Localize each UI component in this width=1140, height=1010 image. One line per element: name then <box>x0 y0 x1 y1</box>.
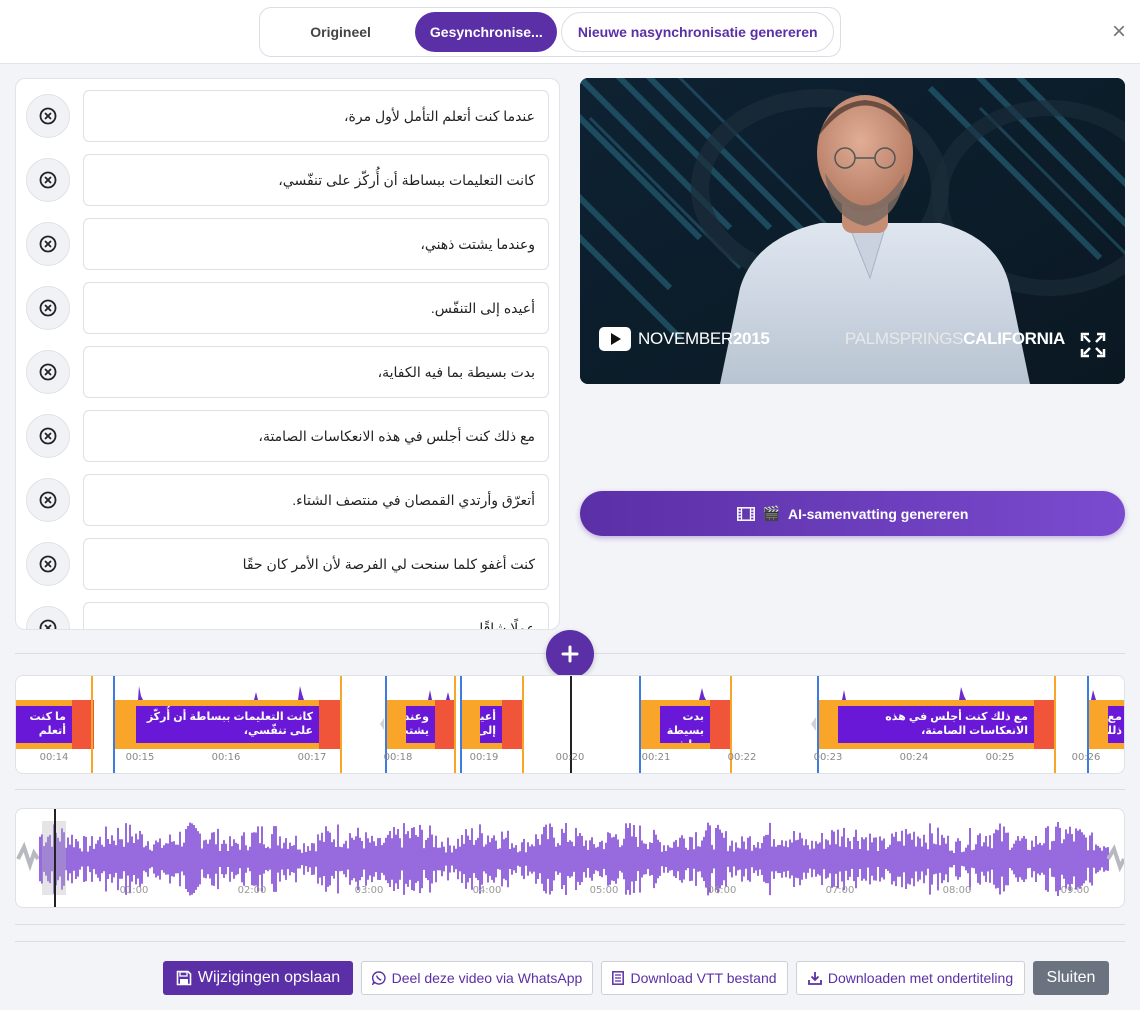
region-handle[interactable] <box>435 700 454 749</box>
circle-x-icon <box>39 171 57 189</box>
save-changes-button[interactable]: Wijzigingen opslaan <box>163 961 353 995</box>
circle-x-icon <box>39 235 57 253</box>
add-subtitle-button[interactable] <box>546 630 594 678</box>
download-icon <box>807 972 822 985</box>
subtitle-text-field[interactable]: مع ذلك كنت أجلس في هذه الانعكاسات الصامت… <box>83 410 549 462</box>
region-handle[interactable] <box>502 700 522 749</box>
video-player[interactable]: NOVEMBER2015 PALMSPRINGSCALIFORNIA <box>580 78 1125 384</box>
tab-new-dubbing[interactable]: Nieuwe nasynchronisatie genereren <box>561 12 834 52</box>
whatsapp-icon <box>371 971 386 985</box>
sync-tabs: Origineel Gesynchronise... Nieuwe nasync… <box>259 7 841 57</box>
overview-waveform[interactable]: 01:00 02:00 03:00 04:00 05:00 06:00 07:0… <box>15 808 1125 908</box>
remove-subtitle-button[interactable] <box>26 414 70 458</box>
subtitle-text-field[interactable]: كانت التعليمات ببساطة أن أُركّز على تنفّ… <box>83 154 549 206</box>
share-whatsapp-button[interactable]: Deel deze video via WhatsApp <box>361 961 593 995</box>
remove-subtitle-button[interactable] <box>26 606 70 629</box>
divider <box>15 941 1125 942</box>
remove-subtitle-button[interactable] <box>26 158 70 202</box>
subtitle-row: أتعرّق وأرتدي القمصان في منتصف الشتاء. <box>16 474 559 526</box>
subtitle-region[interactable]: أعيده إلى <box>462 700 522 749</box>
remove-subtitle-button[interactable] <box>26 350 70 394</box>
video-date: NOVEMBER2015 <box>638 329 770 348</box>
subtitle-region[interactable]: بدت بسيطة بما فيه الكفاية، <box>640 700 730 749</box>
subtitle-text-field[interactable]: بدت بسيطة بما فيه الكفاية، <box>83 346 549 398</box>
video-location: PALMSPRINGSCALIFORNIA <box>844 329 1065 348</box>
film-icon <box>736 506 755 521</box>
region-handle[interactable] <box>710 700 730 749</box>
play-logo-icon[interactable] <box>599 327 631 351</box>
remove-subtitle-button[interactable] <box>26 286 70 330</box>
subtitle-region[interactable]: وعندما يشتت <box>386 700 454 749</box>
remove-subtitle-button[interactable] <box>26 478 70 522</box>
region-handle[interactable] <box>1034 700 1054 749</box>
circle-x-icon <box>39 107 57 125</box>
subtitle-list[interactable]: عندما كنت أتعلم التأمل لأول مرة، كانت ال… <box>15 78 560 630</box>
subtitle-text-field[interactable]: عملًا شاقًا <box>83 602 549 629</box>
circle-x-icon <box>39 619 57 629</box>
region-handle[interactable] <box>319 700 341 749</box>
divider <box>15 789 1125 790</box>
subtitle-row: كانت التعليمات ببساطة أن أُركّز على تنفّ… <box>16 154 559 206</box>
subtitle-region[interactable]: مع ذلك <box>1088 700 1124 749</box>
divider <box>15 924 1125 925</box>
circle-x-icon <box>39 491 57 509</box>
circle-x-icon <box>39 555 57 573</box>
subtitle-region[interactable]: كانت التعليمات ببساطة أن أُركّز على تنفّ… <box>114 700 341 749</box>
download-with-subtitles-button[interactable]: Downloaden met ondertiteling <box>796 961 1025 995</box>
remove-subtitle-button[interactable] <box>26 222 70 266</box>
document-icon <box>612 971 625 985</box>
tab-original[interactable]: Origineel <box>266 12 415 52</box>
subtitle-row: كنت أغفو كلما سنحت لي الفرصة لأن الأمر ك… <box>16 538 559 590</box>
circle-x-icon <box>39 363 57 381</box>
fullscreen-icon[interactable] <box>1080 332 1106 358</box>
subtitle-row: مع ذلك كنت أجلس في هذه الانعكاسات الصامت… <box>16 410 559 462</box>
floppy-icon <box>176 970 192 986</box>
circle-x-icon <box>39 427 57 445</box>
subtitle-text-field[interactable]: عندما كنت أتعلم التأمل لأول مرة، <box>83 90 549 142</box>
overview-playhead[interactable] <box>54 809 56 907</box>
ai-summary-button[interactable]: 🎬 AI-samenvatting genereren <box>580 491 1125 536</box>
tab-synchronized[interactable]: Gesynchronise... <box>415 12 558 52</box>
download-vtt-button[interactable]: Download VTT bestand <box>601 961 788 995</box>
plus-icon <box>561 645 579 663</box>
subtitle-text-field[interactable]: أعيده إلى التنفّس. <box>83 282 549 334</box>
remove-subtitle-button[interactable] <box>26 94 70 138</box>
subtitle-region[interactable]: مع ذلك كنت أجلس في هذه الانعكاسات الصامت… <box>818 700 1054 749</box>
close-button[interactable]: Sluiten <box>1033 961 1109 995</box>
subtitle-row: بدت بسيطة بما فيه الكفاية، <box>16 346 559 398</box>
subtitle-text-field[interactable]: كنت أغفو كلما سنحت لي الفرصة لأن الأمر ك… <box>83 538 549 590</box>
subtitle-text-field[interactable]: أتعرّق وأرتدي القمصان في منتصف الشتاء. <box>83 474 549 526</box>
clapper-emoji: 🎬 <box>762 505 780 521</box>
subtitle-timeline[interactable]: ما كنت أتعلم كانت التعليمات ببساطة أن أُ… <box>15 675 1125 774</box>
ai-summary-label: AI-samenvatting genereren <box>787 505 969 522</box>
close-icon[interactable]: × <box>1108 20 1130 44</box>
subtitle-row: وعندما يشتت ذهني، <box>16 218 559 270</box>
subtitle-row: عملًا شاقًا <box>16 602 559 629</box>
circle-x-icon <box>39 299 57 317</box>
modal-header: Origineel Gesynchronise... Nieuwe nasync… <box>0 0 1140 64</box>
remove-subtitle-button[interactable] <box>26 542 70 586</box>
subtitle-region[interactable]: ما كنت أتعلم <box>16 700 94 749</box>
subtitle-row: أعيده إلى التنفّس. <box>16 282 559 334</box>
region-handle[interactable] <box>114 700 136 749</box>
subtitle-text-field[interactable]: وعندما يشتت ذهني، <box>83 218 549 270</box>
subtitle-row: عندما كنت أتعلم التأمل لأول مرة، <box>16 90 559 142</box>
